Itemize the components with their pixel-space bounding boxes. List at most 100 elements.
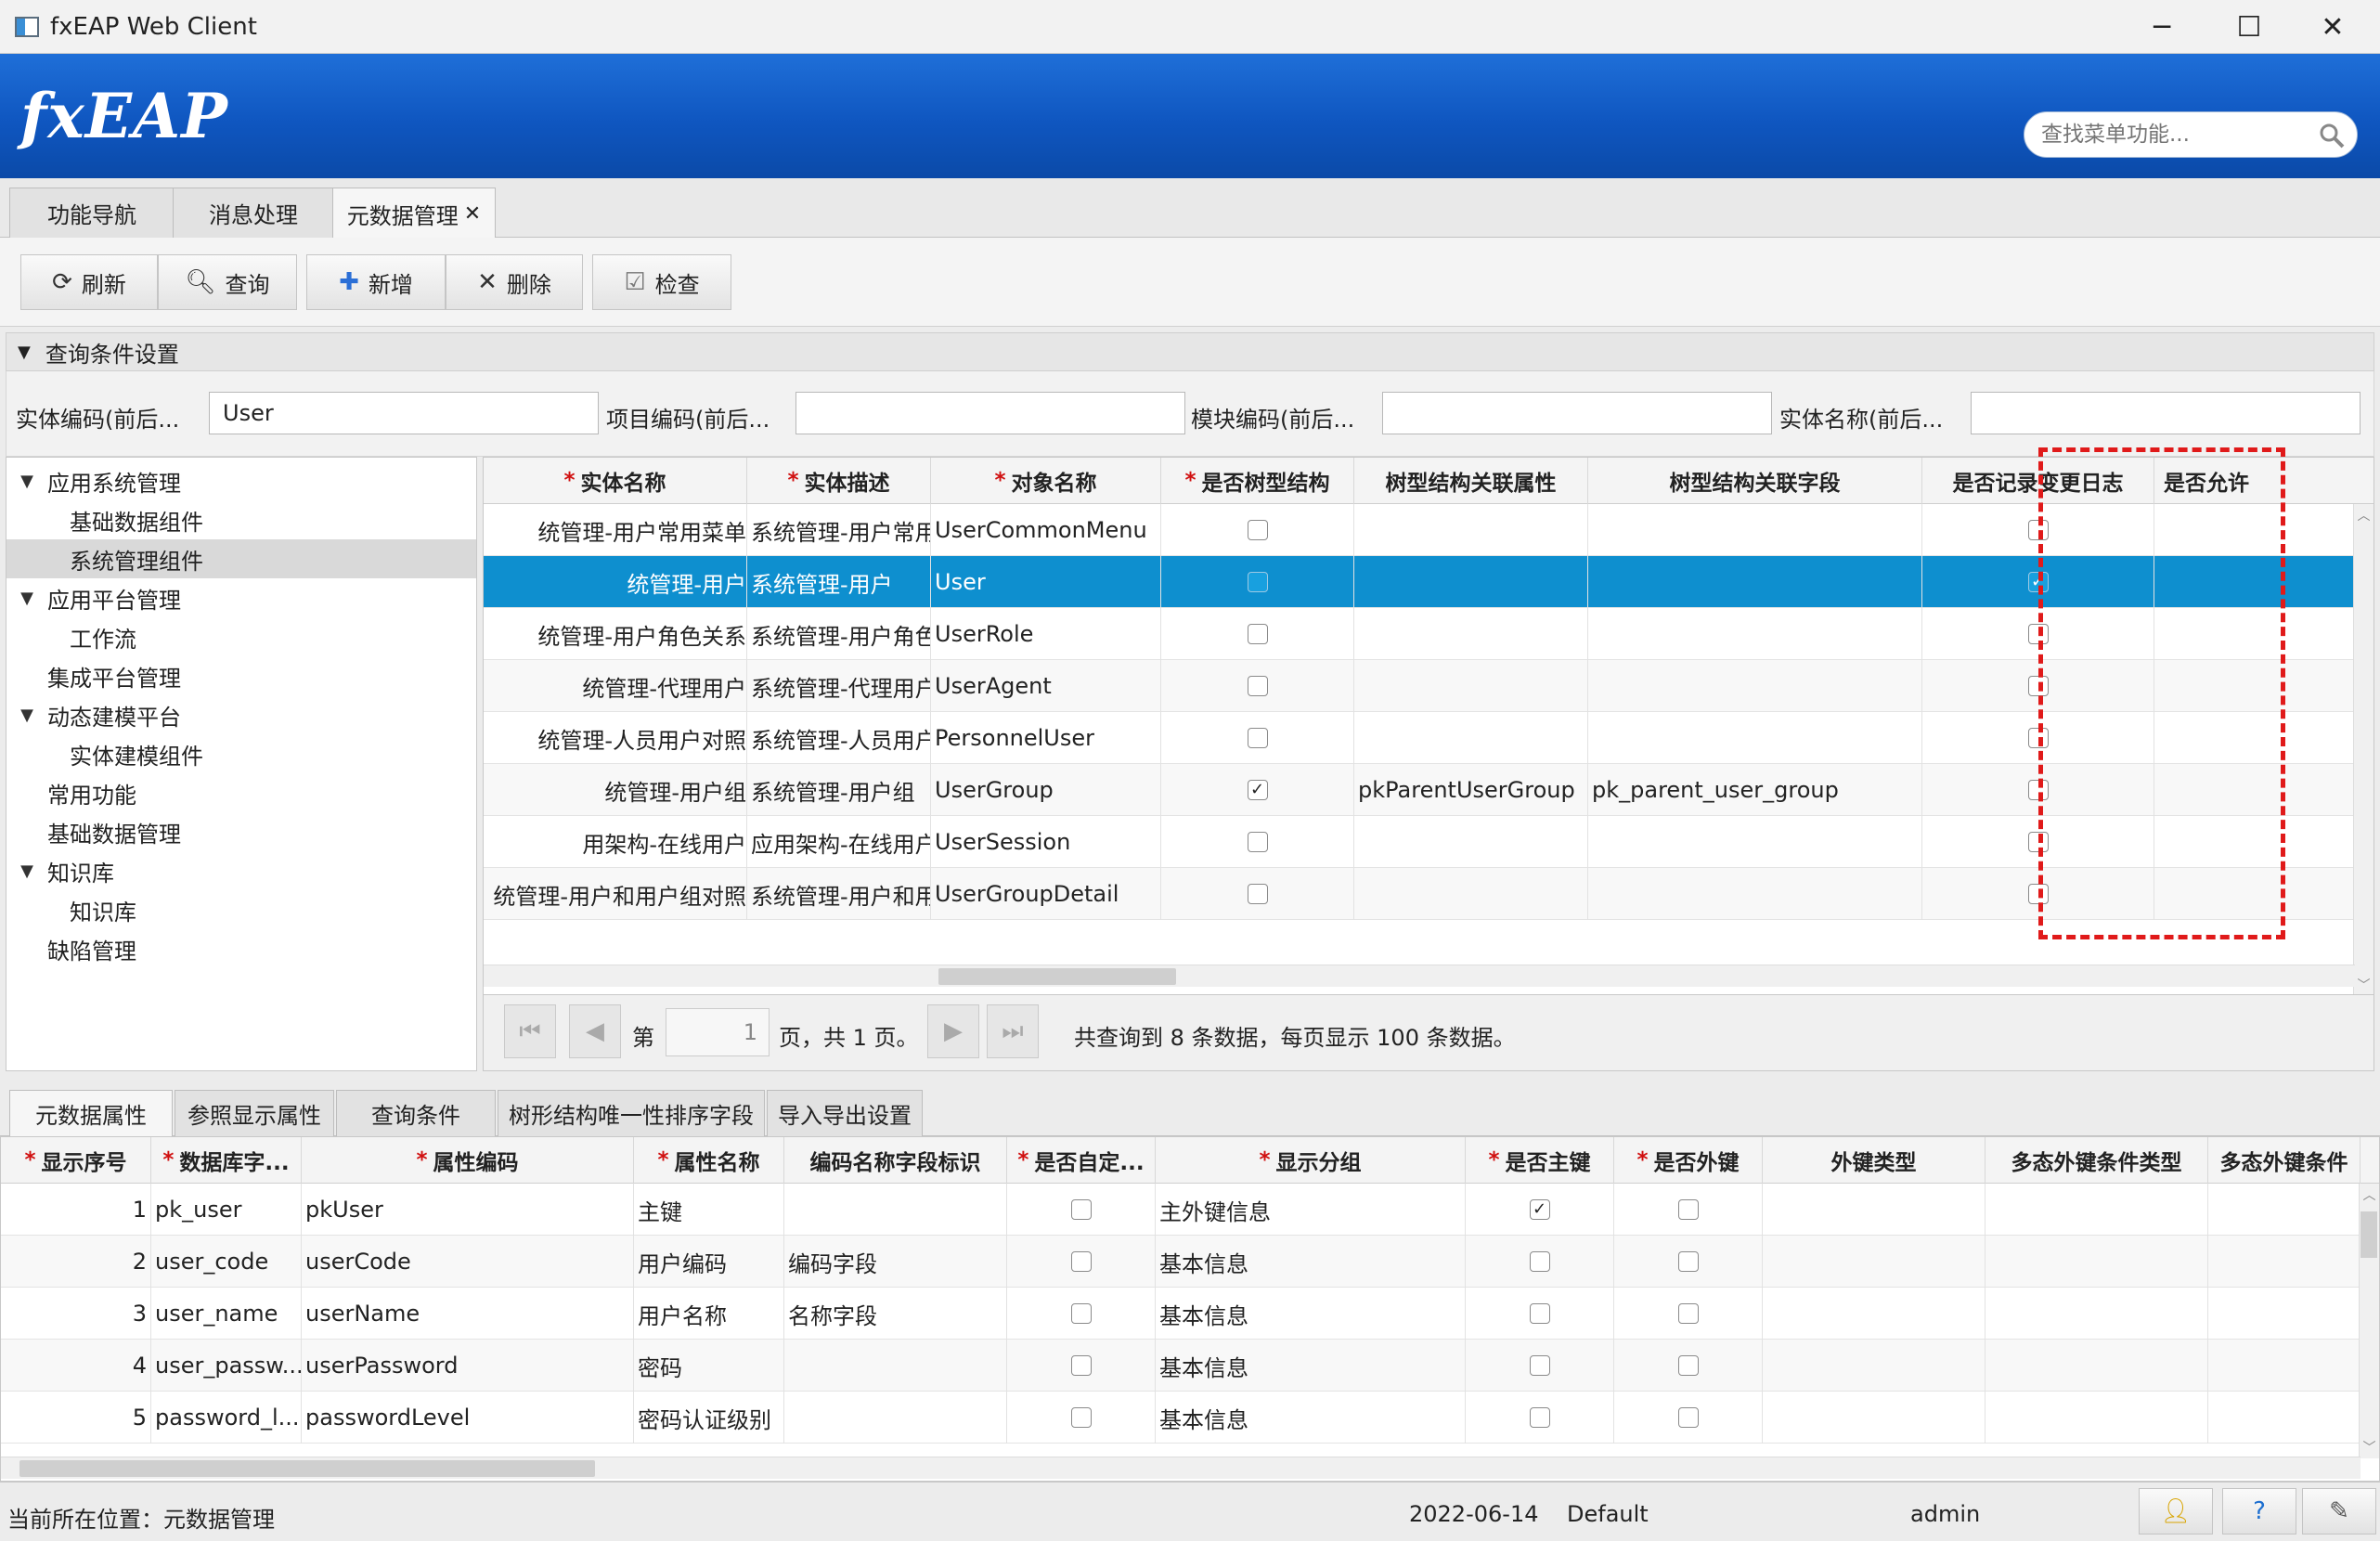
query-panel-header[interactable]: ▼ 查询条件设置 bbox=[6, 332, 2374, 371]
tree-node-basic-data-mgmt[interactable]: 基础数据管理 bbox=[6, 812, 476, 851]
col-fk-type[interactable]: 外键类型 bbox=[1763, 1137, 1985, 1184]
col-is-tree[interactable]: * 是否树型结构 bbox=[1161, 458, 1354, 504]
col-poly-fk-cond[interactable]: 多态外键条件 bbox=[2208, 1137, 2361, 1184]
entity-code-input[interactable]: User bbox=[209, 392, 599, 434]
project-code-input[interactable] bbox=[795, 392, 1185, 434]
tab-tree-unique-sort[interactable]: 树形结构唯一性排序字段 bbox=[498, 1090, 765, 1136]
maximize-button[interactable]: ☐ bbox=[2207, 0, 2291, 54]
checkbox[interactable] bbox=[1247, 728, 1268, 748]
checkbox[interactable] bbox=[1247, 572, 1268, 592]
checkbox[interactable] bbox=[1529, 1251, 1550, 1272]
user-icon[interactable]: 👤︎ bbox=[2139, 1488, 2213, 1535]
checkbox[interactable] bbox=[1529, 1407, 1550, 1428]
tree-node-system-mgmt-component[interactable]: 系统管理组件 bbox=[6, 539, 476, 578]
col-entity-name[interactable]: * 实体名称 bbox=[484, 458, 747, 504]
help-icon[interactable]: ? bbox=[2222, 1488, 2296, 1535]
tree-node-app-platform[interactable]: ▼ 应用平台管理 bbox=[6, 578, 476, 617]
attribute-row[interactable]: 5 password_l... passwordLevel 密码认证级别 基本信息 bbox=[1, 1392, 2361, 1444]
attribute-row[interactable]: 4 user_passw... userPassword 密码 基本信息 bbox=[1, 1340, 2361, 1392]
col-code-name-flag[interactable]: 编码名称字段标识 bbox=[784, 1137, 1007, 1184]
tab-ref-display-attrs[interactable]: 参照显示属性 bbox=[175, 1090, 334, 1136]
tab-messages[interactable]: 消息处理 bbox=[173, 188, 334, 238]
checkbox[interactable] bbox=[1677, 1355, 1699, 1376]
expand-arrow-icon[interactable]: ▼ bbox=[16, 861, 38, 881]
col-display-group[interactable]: * 显示分组 bbox=[1156, 1137, 1466, 1184]
col-is-custom[interactable]: * 是否自定... bbox=[1007, 1137, 1156, 1184]
checkbox[interactable] bbox=[1677, 1199, 1699, 1220]
col-tree-attr[interactable]: 树型结构关联属性 bbox=[1354, 458, 1588, 504]
attribute-row[interactable]: 1 pk_user pkUser 主键 主外键信息 ✓ bbox=[1, 1184, 2361, 1236]
hscroll-thumb[interactable] bbox=[19, 1460, 595, 1477]
prev-page-button[interactable]: ◀ bbox=[569, 1004, 621, 1058]
checkbox[interactable] bbox=[1677, 1251, 1699, 1272]
col-attr-name[interactable]: * 属性名称 bbox=[634, 1137, 784, 1184]
tree-node-basic-data-component[interactable]: 基础数据组件 bbox=[6, 500, 476, 539]
close-window-button[interactable]: ✕ bbox=[2291, 0, 2374, 54]
next-page-button[interactable]: ▶ bbox=[927, 1004, 979, 1058]
tree-node-dynamic-modeling[interactable]: ▼ 动态建模平台 bbox=[6, 695, 476, 734]
page-number-input[interactable]: 1 bbox=[666, 1008, 770, 1056]
col-object-name[interactable]: * 对象名称 bbox=[931, 458, 1161, 504]
first-page-button[interactable]: ⏮ bbox=[504, 1004, 556, 1058]
expand-arrow-icon[interactable]: ▼ bbox=[16, 472, 38, 491]
refresh-button[interactable]: ⟳ 刷新 bbox=[20, 254, 158, 310]
checkbox[interactable] bbox=[1677, 1303, 1699, 1324]
tree-node-workflow[interactable]: 工作流 bbox=[6, 617, 476, 656]
checkbox[interactable] bbox=[1529, 1303, 1550, 1324]
query-button[interactable]: 🔍︎ 查询 bbox=[158, 254, 297, 310]
tree-node-knowledge-base-child[interactable]: 知识库 bbox=[6, 890, 476, 929]
search-icon[interactable] bbox=[2318, 122, 2346, 149]
checkbox[interactable] bbox=[1677, 1407, 1699, 1428]
col-db-field[interactable]: * 数据库字... bbox=[151, 1137, 302, 1184]
tree-node-integration-platform[interactable]: 集成平台管理 bbox=[6, 656, 476, 695]
col-entity-desc[interactable]: * 实体描述 bbox=[747, 458, 931, 504]
tree-node-app-system[interactable]: ▼ 应用系统管理 bbox=[6, 461, 476, 500]
hscroll-thumb[interactable] bbox=[938, 968, 1176, 985]
notes-icon[interactable]: ✎ bbox=[2302, 1488, 2376, 1535]
expand-arrow-icon[interactable]: ▼ bbox=[16, 589, 38, 608]
col-is-fk[interactable]: * 是否外键 bbox=[1614, 1137, 1763, 1184]
attribute-grid-vscroll[interactable]: ︿ ﹀ bbox=[2359, 1184, 2379, 1458]
tab-query-conditions[interactable]: 查询条件 bbox=[336, 1090, 496, 1136]
tree-node-defect-mgmt[interactable]: 缺陷管理 bbox=[6, 929, 476, 968]
entity-name-input[interactable] bbox=[1971, 392, 2361, 434]
attribute-row[interactable]: 3 user_name userName 用户名称 名称字段 基本信息 bbox=[1, 1288, 2361, 1340]
checkbox[interactable] bbox=[1070, 1199, 1092, 1220]
menu-search-input[interactable] bbox=[2041, 112, 2310, 157]
delete-button[interactable]: ✕ 删除 bbox=[446, 254, 583, 310]
module-code-input[interactable] bbox=[1382, 392, 1772, 434]
checkbox[interactable] bbox=[1070, 1407, 1092, 1428]
checkbox[interactable]: ✓ bbox=[1529, 1199, 1550, 1220]
vscroll-thumb[interactable] bbox=[2361, 1211, 2377, 1258]
minimize-button[interactable]: ─ bbox=[2120, 0, 2204, 54]
checkbox[interactable] bbox=[1070, 1355, 1092, 1376]
tab-metadata-attributes[interactable]: 元数据属性 bbox=[9, 1090, 173, 1136]
checkbox[interactable] bbox=[1070, 1251, 1092, 1272]
attribute-grid-hscroll[interactable] bbox=[1, 1457, 2361, 1479]
tab-import-export[interactable]: 导入导出设置 bbox=[767, 1090, 923, 1136]
checkbox[interactable] bbox=[1247, 676, 1268, 696]
last-page-button[interactable]: ⏭ bbox=[987, 1004, 1039, 1058]
checkbox[interactable] bbox=[1070, 1303, 1092, 1324]
checkbox[interactable] bbox=[1247, 624, 1268, 644]
col-display-seq[interactable]: * 显示序号 bbox=[1, 1137, 151, 1184]
add-button[interactable]: ✚ 新增 bbox=[306, 254, 446, 310]
col-is-pk[interactable]: * 是否主键 bbox=[1466, 1137, 1614, 1184]
col-tree-field[interactable]: 树型结构关联字段 bbox=[1588, 458, 1922, 504]
checkbox[interactable] bbox=[1247, 520, 1268, 540]
checkbox[interactable] bbox=[1529, 1355, 1550, 1376]
tree-node-common-functions[interactable]: 常用功能 bbox=[6, 773, 476, 812]
tree-node-knowledge-base[interactable]: ▼ 知识库 bbox=[6, 851, 476, 890]
col-poly-fk-cond-type[interactable]: 多态外键条件类型 bbox=[1985, 1137, 2208, 1184]
check-button[interactable]: ☑ 检查 bbox=[592, 254, 731, 310]
tab-metadata-management[interactable]: 元数据管理 ✕ bbox=[332, 188, 496, 239]
checkbox[interactable]: ✓ bbox=[1247, 780, 1268, 800]
close-tab-icon[interactable]: ✕ bbox=[464, 202, 481, 226]
collapse-arrow-icon[interactable]: ▼ bbox=[18, 343, 31, 362]
expand-arrow-icon[interactable]: ▼ bbox=[16, 706, 38, 725]
attribute-row[interactable]: 2 user_code userCode 用户编码 编码字段 基本信息 bbox=[1, 1236, 2361, 1288]
col-attr-code[interactable]: * 属性编码 bbox=[302, 1137, 634, 1184]
entity-grid-hscroll[interactable] bbox=[484, 965, 2355, 987]
tab-function-nav[interactable]: 功能导航 bbox=[9, 188, 175, 238]
checkbox[interactable] bbox=[1247, 884, 1268, 904]
